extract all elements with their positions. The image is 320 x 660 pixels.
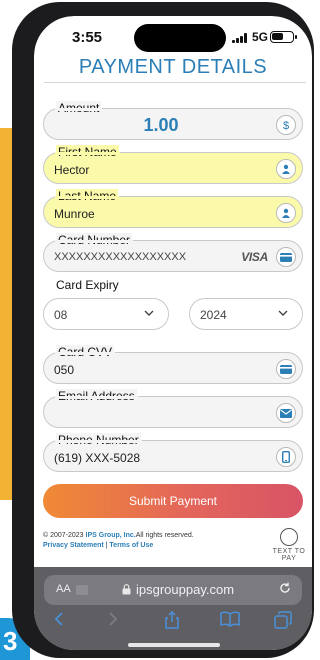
status-time: 3:55 xyxy=(72,29,103,46)
browser-nav xyxy=(34,610,312,637)
phone-screen: 3:55 5G PAYMENT DETAILS Amount 1.00 $ Fi… xyxy=(34,16,312,650)
card-cvv-value: 050 xyxy=(54,363,75,377)
reader-aa-button[interactable]: AA xyxy=(56,583,71,595)
last-name-label: Last Name xyxy=(54,189,120,203)
amount-label: Amount xyxy=(54,101,103,115)
extension-icon xyxy=(76,585,88,595)
amount-field[interactable]: Amount 1.00 $ xyxy=(43,101,303,140)
expiry-year-select[interactable]: 2024 xyxy=(189,298,303,330)
copyright-line: © 2007-2023 IPS Group, Inc.All rights re… xyxy=(43,531,243,541)
card-brand: VISA xyxy=(241,250,268,264)
title-divider xyxy=(44,82,306,83)
email-field[interactable]: Email Address xyxy=(43,389,303,428)
expiry-month-select[interactable]: 08 xyxy=(43,298,169,330)
card-number-field[interactable]: Card Number XXXXXXXXXXXXXXXXXX VISA xyxy=(43,233,303,272)
battery-icon xyxy=(270,31,297,43)
first-name-field[interactable]: First Name Hector xyxy=(43,145,303,184)
submit-payment-button[interactable]: Submit Payment xyxy=(43,484,303,518)
browser-toolbar: AA ipsgrouppay.com xyxy=(34,567,312,650)
phone-value: (619) XXX-5028 xyxy=(54,451,141,465)
page-title: PAYMENT DETAILS xyxy=(78,56,268,78)
chevron-down-icon xyxy=(278,310,288,316)
phone-bezel: 3:55 5G PAYMENT DETAILS Amount 1.00 $ Fi… xyxy=(34,16,312,650)
person-icon xyxy=(276,203,296,223)
address-bar[interactable]: AA ipsgrouppay.com xyxy=(44,575,302,605)
phone-frame: 3:55 5G PAYMENT DETAILS Amount 1.00 $ Fi… xyxy=(12,2,314,658)
network-type: 5G xyxy=(252,30,269,44)
email-label: Email Address xyxy=(55,389,138,403)
url-text: ipsgrouppay.com xyxy=(136,582,235,597)
forward-icon[interactable] xyxy=(108,611,118,632)
text-to-pay-badge[interactable]: TEXT TO PAY xyxy=(272,528,306,562)
lock-icon xyxy=(122,584,131,595)
card-number-label: Card Number xyxy=(54,233,134,247)
card-icon xyxy=(276,359,296,379)
footer-links: Privacy Statement | Terms of Use xyxy=(43,541,243,551)
text-to-pay-icon xyxy=(280,528,298,546)
svg-text:$: $ xyxy=(283,120,289,131)
last-name-field[interactable]: Last Name Munroe xyxy=(43,189,303,228)
reload-icon[interactable] xyxy=(278,581,292,595)
company-name: IPS Group, Inc. xyxy=(85,532,136,539)
first-name-value: Hector xyxy=(54,163,90,177)
phone-field[interactable]: Phone Number (619) XXX-5028 xyxy=(43,433,303,472)
back-icon[interactable] xyxy=(54,611,64,632)
text-to-pay-label: TEXT TO PAY xyxy=(272,548,306,562)
amount-value: 1.00 xyxy=(143,115,179,135)
expiry-year-value: 2024 xyxy=(200,308,227,322)
status-bar: 3:55 5G xyxy=(34,16,312,60)
chevron-down-icon xyxy=(144,310,154,316)
terms-link[interactable]: Terms of Use xyxy=(109,542,153,549)
rights-text: All rights reserved. xyxy=(135,532,194,539)
card-icon xyxy=(276,247,296,267)
stage: 3 3:55 5G PAYMENT DETAILS Amount 1.00 $ … xyxy=(0,0,317,660)
last-name-value: Munroe xyxy=(54,207,95,221)
dollar-icon: $ xyxy=(276,115,296,135)
dynamic-island xyxy=(134,24,226,52)
privacy-link[interactable]: Privacy Statement xyxy=(43,542,104,549)
tabs-icon[interactable] xyxy=(274,611,292,634)
share-icon[interactable] xyxy=(164,610,180,634)
phone-icon xyxy=(276,447,296,467)
footer: © 2007-2023 IPS Group, Inc.All rights re… xyxy=(43,531,243,551)
bookmarks-icon[interactable] xyxy=(220,611,240,632)
card-cvv-label: Card CVV xyxy=(54,345,116,359)
expiry-month-value: 08 xyxy=(54,308,68,322)
home-indicator xyxy=(128,643,220,647)
first-name-label: First Name xyxy=(55,145,120,159)
card-cvv-field[interactable]: Card CVV 050 xyxy=(43,345,303,384)
envelope-icon xyxy=(276,403,296,423)
person-icon xyxy=(276,159,296,179)
phone-label: Phone Number xyxy=(55,433,142,447)
signal-icon xyxy=(232,33,250,43)
copyright-prefix: © 2007-2023 xyxy=(43,532,86,539)
card-expiry-label: Card Expiry xyxy=(56,278,119,292)
card-number-value: XXXXXXXXXXXXXXXXXX xyxy=(54,251,187,263)
